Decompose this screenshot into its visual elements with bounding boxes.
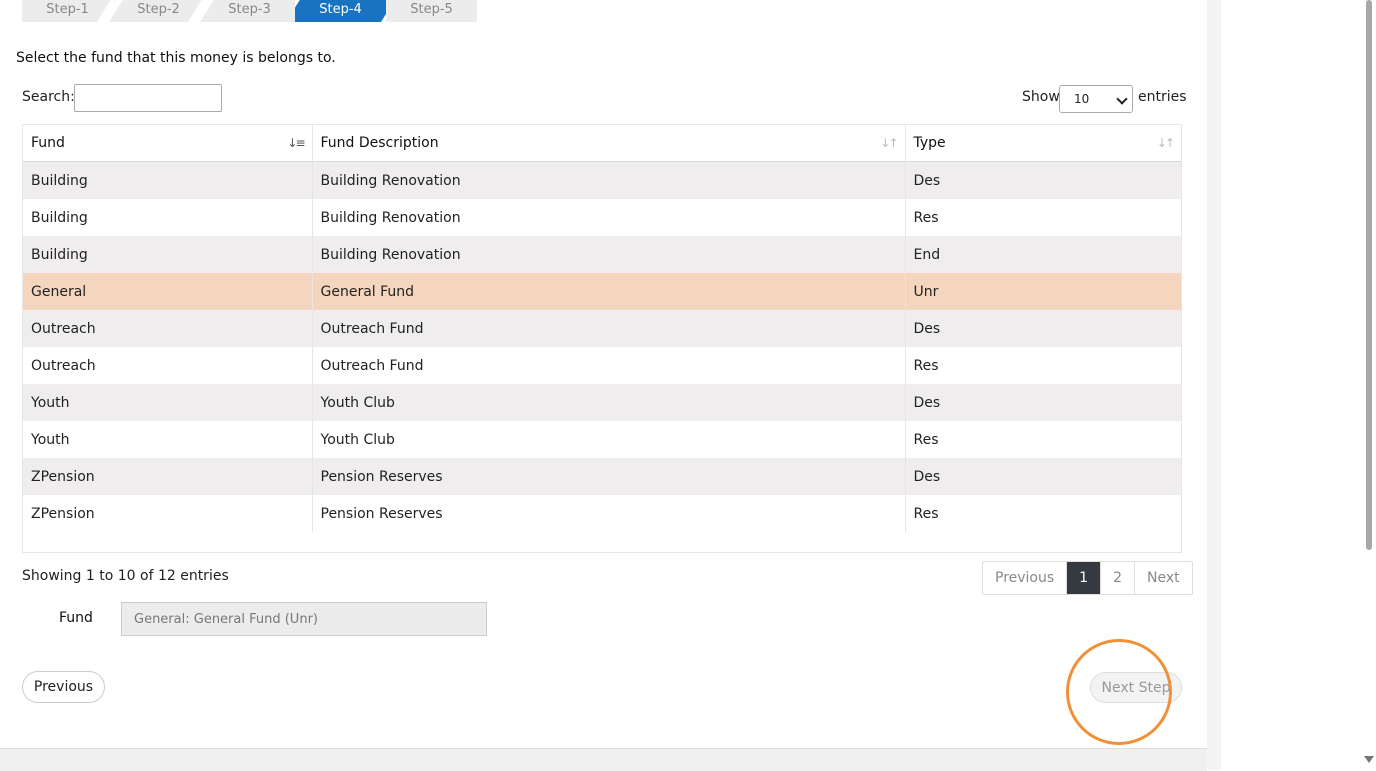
step-label: Step-2 xyxy=(137,1,180,17)
column-header-fund-description[interactable]: Fund Description ↓↑ xyxy=(311,125,905,162)
table-row[interactable]: Building Building Renovation Res xyxy=(23,199,1181,236)
table-row[interactable]: ZPension Pension Reserves Des xyxy=(23,458,1181,495)
cell-fund-description: Pension Reserves xyxy=(311,495,905,532)
table-row[interactable]: Outreach Outreach Fund Res xyxy=(23,347,1181,384)
sort-icon: ↓↑ xyxy=(880,136,898,150)
page-footer-band xyxy=(0,748,1207,771)
cell-fund: ZPension xyxy=(23,458,312,495)
sort-icon: ↓↑ xyxy=(1156,136,1175,150)
scroll-down-arrow-icon[interactable] xyxy=(1364,756,1374,763)
cell-fund-description: Youth Club xyxy=(311,421,905,458)
cell-fund: ZPension xyxy=(23,495,312,532)
cell-type: Res xyxy=(904,421,1181,458)
cell-fund: Outreach xyxy=(23,310,312,347)
previous-step-button[interactable]: Previous xyxy=(22,671,105,703)
instruction-text: Select the fund that this money is belon… xyxy=(16,50,336,66)
pagination-next[interactable]: Next xyxy=(1134,562,1192,594)
step-3[interactable]: Step-3 xyxy=(204,0,295,22)
search-input[interactable] xyxy=(74,84,222,112)
table-row[interactable]: Outreach Outreach Fund Des xyxy=(23,310,1181,347)
column-label: Type xyxy=(913,135,946,151)
table-row[interactable]: Building Building Renovation End xyxy=(23,236,1181,273)
fund-table: Fund ↓≡ Fund Description ↓↑ Type ↓↑ Buildin… xyxy=(23,125,1181,532)
entries-select-value: 10 xyxy=(1074,92,1090,106)
cell-type: Des xyxy=(904,310,1181,347)
pagination-page-1[interactable]: 1 xyxy=(1066,562,1101,594)
cell-type: Des xyxy=(904,161,1181,199)
step-4[interactable]: Step-4 xyxy=(295,0,386,22)
selected-fund-field: General: General Fund (Unr) xyxy=(121,602,487,636)
pagination-previous[interactable]: Previous xyxy=(983,562,1066,594)
column-label: Fund xyxy=(31,135,65,151)
cell-fund: Outreach xyxy=(23,347,312,384)
step-label: Step-3 xyxy=(228,1,271,17)
cell-fund-description: General Fund xyxy=(311,273,905,310)
cell-fund-description: Pension Reserves xyxy=(311,458,905,495)
step-2[interactable]: Step-2 xyxy=(113,0,204,22)
cell-fund: Youth xyxy=(23,421,312,458)
cell-type: Unr xyxy=(904,273,1181,310)
table-row[interactable]: Youth Youth Club Res xyxy=(23,421,1181,458)
cell-fund: Building xyxy=(23,199,312,236)
step-5[interactable]: Step-5 xyxy=(386,0,477,22)
table-header-row: Fund ↓≡ Fund Description ↓↑ Type ↓↑ xyxy=(23,125,1181,162)
show-label: Show xyxy=(1022,89,1060,105)
entries-per-page-select[interactable]: 10 xyxy=(1059,85,1133,113)
wizard-steps: Step-1 Step-2 Step-3 Step-4 Step-5 xyxy=(22,0,477,22)
scrollbar-thumb[interactable] xyxy=(1366,0,1372,550)
cell-fund-description: Building Renovation xyxy=(311,236,905,273)
search-label: Search: xyxy=(22,89,75,105)
cell-fund-description: Building Renovation xyxy=(311,199,905,236)
column-header-fund[interactable]: Fund ↓≡ xyxy=(23,125,312,162)
sort-ascending-icon: ↓≡ xyxy=(287,136,305,150)
fund-field-label: Fund xyxy=(59,610,93,626)
cell-type: Des xyxy=(904,384,1181,421)
cell-type: Res xyxy=(904,199,1181,236)
table-row[interactable]: Youth Youth Club Des xyxy=(23,384,1181,421)
table-row[interactable]: Building Building Renovation Des xyxy=(23,161,1181,199)
vertical-scrollbar[interactable] xyxy=(1362,0,1376,770)
step-label: Step-5 xyxy=(410,1,453,17)
cell-type: End xyxy=(904,236,1181,273)
step-label: Step-4 xyxy=(319,1,362,17)
cell-fund: Building xyxy=(23,161,312,199)
cell-fund-description: Youth Club xyxy=(311,384,905,421)
cell-fund: General xyxy=(23,273,312,310)
pagination-page-2[interactable]: 2 xyxy=(1100,562,1134,594)
cell-type: Des xyxy=(904,458,1181,495)
table-row[interactable]: General General Fund Unr xyxy=(23,273,1181,310)
pagination: Previous 1 2 Next xyxy=(982,561,1193,595)
step-label: Step-1 xyxy=(46,1,89,17)
entries-label: entries xyxy=(1138,89,1187,105)
cell-fund: Youth xyxy=(23,384,312,421)
chevron-down-icon xyxy=(1116,93,1128,105)
cell-fund-description: Outreach Fund xyxy=(311,310,905,347)
cell-type: Res xyxy=(904,347,1181,384)
column-header-type[interactable]: Type ↓↑ xyxy=(904,125,1181,162)
step-1[interactable]: Step-1 xyxy=(22,0,113,22)
next-step-button[interactable]: Next Step xyxy=(1090,672,1182,703)
table-row[interactable]: ZPension Pension Reserves Res xyxy=(23,495,1181,532)
cell-fund-description: Building Renovation xyxy=(311,161,905,199)
cell-fund-description: Outreach Fund xyxy=(311,347,905,384)
table-info: Showing 1 to 10 of 12 entries xyxy=(22,568,229,584)
fund-table-container: Fund ↓≡ Fund Description ↓↑ Type ↓↑ Buildin… xyxy=(22,124,1182,553)
cell-fund: Building xyxy=(23,236,312,273)
column-label: Fund Description xyxy=(320,135,439,151)
side-gutter xyxy=(1207,0,1221,770)
cell-type: Res xyxy=(904,495,1181,532)
